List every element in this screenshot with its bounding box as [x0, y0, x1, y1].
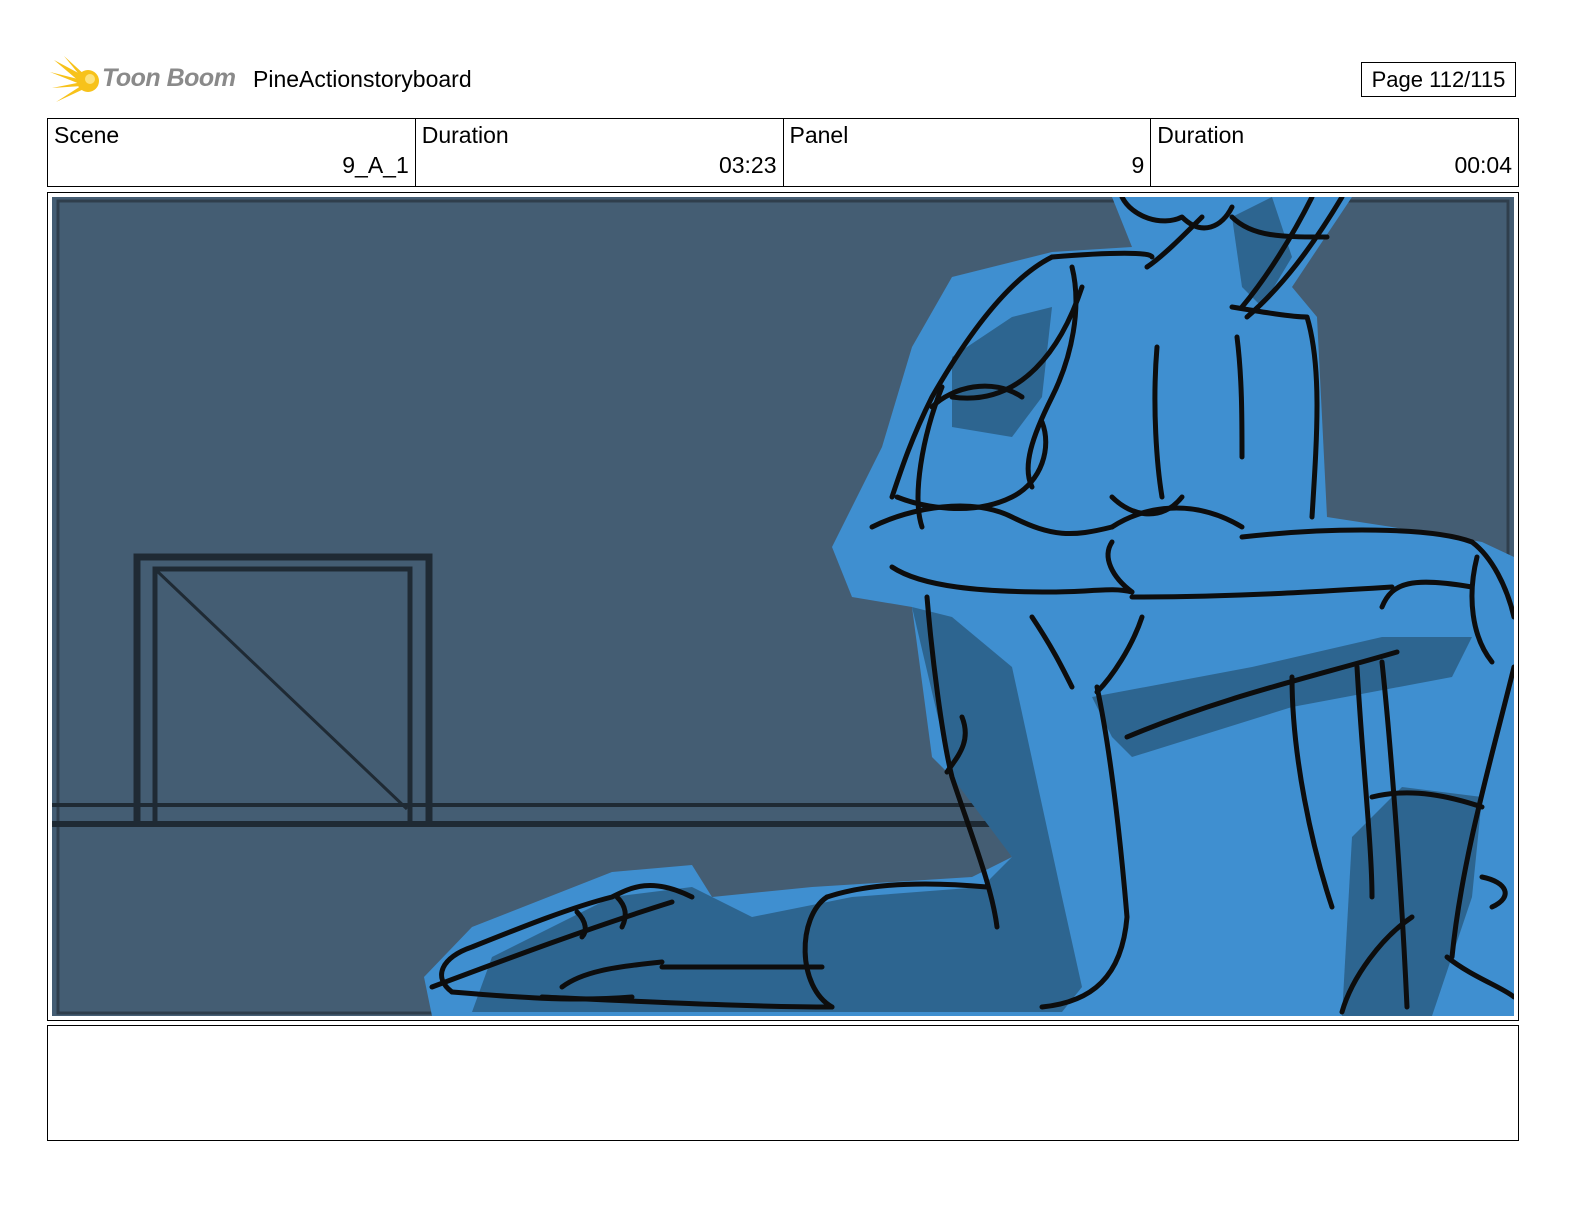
panel-cell: Panel 9 [784, 119, 1152, 186]
scene-duration-cell: Duration 03:23 [416, 119, 784, 186]
toon-boom-logo: Toon Boom [50, 54, 240, 108]
page-number: Page 112/115 [1361, 62, 1516, 97]
scene-label: Scene [54, 122, 120, 148]
panel-value: 9 [1131, 152, 1145, 178]
scene-cell: Scene 9_A_1 [48, 119, 416, 186]
notes-box [47, 1025, 1519, 1141]
project-title: PineActionstoryboard [253, 66, 472, 92]
panel-duration-cell: Duration 00:04 [1151, 119, 1518, 186]
scene-duration-label: Duration [421, 122, 509, 148]
panel-info-row: Scene 9_A_1 Duration 03:23 Panel 9 Durat… [47, 118, 1519, 187]
panel-duration-label: Duration [1157, 122, 1245, 148]
scene-value: 9_A_1 [342, 152, 409, 178]
panel-label: Panel [789, 122, 849, 148]
logo-text: Toon Boom [102, 64, 236, 92]
storyboard-sketch [52, 197, 1514, 1016]
storyboard-panel-frame [47, 192, 1519, 1021]
panel-duration-value: 00:04 [1454, 152, 1512, 178]
scene-duration-value: 03:23 [718, 152, 777, 178]
logo-burst-icon [50, 56, 99, 102]
